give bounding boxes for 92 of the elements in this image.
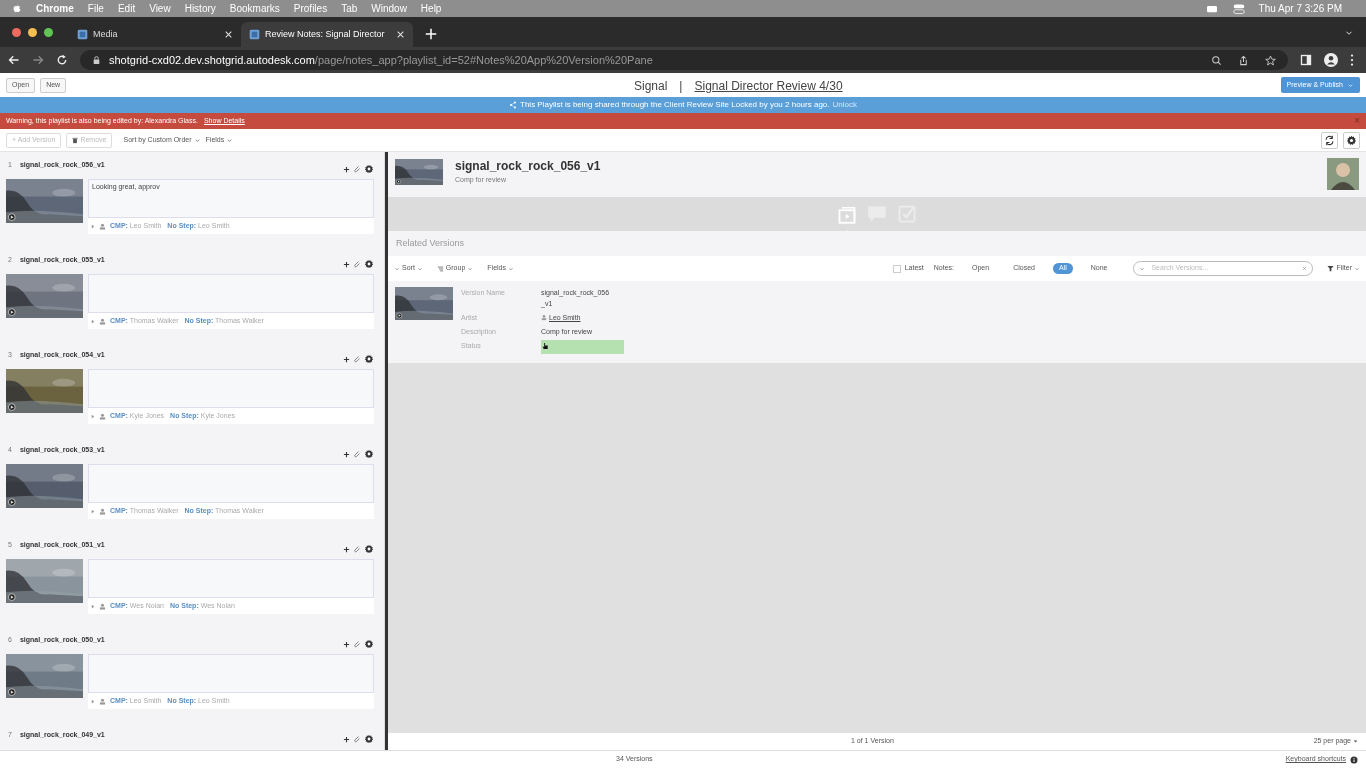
address-bar[interactable]: shotgrid-cxd02.dev.shotgrid.autodesk.com/page/notes_app?playlist_id=52#Notes%20App%20Version%20Pane	[80, 50, 1288, 70]
note-input-field[interactable]	[88, 274, 374, 313]
switch-icon[interactable]	[1232, 2, 1245, 15]
add-icon[interactable]	[343, 640, 350, 648]
share-nodes-icon	[509, 101, 517, 109]
control-center-icon[interactable]	[1204, 3, 1219, 14]
user-icon	[99, 222, 106, 230]
share-icon[interactable]	[1238, 54, 1249, 66]
attachment-icon[interactable]	[353, 355, 361, 363]
expand-arrow-icon[interactable]	[91, 698, 95, 704]
zoom-window-button[interactable]	[44, 28, 53, 37]
caret-icon	[1347, 81, 1354, 89]
attachment-icon[interactable]	[353, 545, 361, 553]
reload-icon[interactable]	[56, 54, 68, 66]
minimize-window-button[interactable]	[28, 28, 37, 37]
settings-icon[interactable]	[364, 544, 374, 554]
sort-icon	[394, 265, 400, 272]
latest-checkbox[interactable]	[892, 264, 901, 273]
tab-title: Media	[93, 27, 119, 41]
add-icon[interactable]	[343, 545, 350, 553]
caret-icon	[467, 265, 474, 272]
bookmark-star-icon[interactable]	[1265, 54, 1276, 66]
browser-tab[interactable]: Media	[69, 22, 241, 47]
hand-cursor-icon	[542, 342, 549, 350]
settings-icon[interactable]	[364, 354, 374, 364]
close-tab-icon[interactable]	[224, 30, 233, 39]
caret-icon	[226, 136, 234, 144]
status-swatch[interactable]	[541, 340, 624, 354]
note-input-field[interactable]	[88, 369, 374, 408]
info-icon	[1350, 755, 1358, 764]
zoom-icon[interactable]	[1211, 54, 1222, 66]
add-icon[interactable]	[343, 355, 350, 363]
caret-icon	[1353, 739, 1358, 744]
expand-arrow-icon[interactable]	[91, 603, 95, 609]
user-icon	[99, 697, 106, 705]
title-separator: |	[679, 78, 683, 95]
settings-icon[interactable]	[364, 639, 374, 649]
attachment-icon[interactable]	[353, 735, 361, 743]
site-favicon-icon	[249, 29, 260, 40]
user-icon	[99, 602, 106, 610]
refresh-icon[interactable]	[1321, 131, 1338, 149]
settings-icon[interactable]	[364, 164, 374, 174]
playlist-title-link[interactable]: Signal Director Review 4/30	[694, 77, 843, 95]
attachment-icon[interactable]	[353, 450, 361, 458]
settings-icon[interactable]	[364, 259, 374, 269]
add-icon[interactable]	[343, 260, 350, 268]
user-icon	[541, 314, 547, 321]
caret-icon	[1139, 265, 1146, 272]
caret-icon	[416, 265, 423, 272]
close-tab-icon[interactable]	[396, 30, 405, 39]
back-icon[interactable]	[8, 54, 20, 66]
trash-icon	[72, 136, 79, 144]
site-favicon-icon	[77, 29, 88, 40]
note-input-field[interactable]	[88, 654, 374, 693]
sort-caret-icon	[193, 136, 201, 144]
share-message: This Playlist is being shared through the Client Review Site Locked by you 2 hours ago.	[520, 99, 830, 111]
attachment-icon[interactable]	[353, 165, 361, 173]
expand-arrow-icon[interactable]	[91, 508, 95, 514]
user-icon	[99, 412, 106, 420]
group-icon	[436, 265, 444, 272]
browser-tab[interactable]: Review Notes: Signal Director	[241, 22, 413, 47]
add-icon[interactable]	[343, 165, 350, 173]
profile-icon[interactable]	[1324, 53, 1338, 67]
apple-menu-icon[interactable]	[12, 2, 22, 15]
section-title: Related Versions	[396, 236, 465, 250]
url-text: shotgrid-cxd02.dev.shotgrid.autodesk.com/page/notes_app?playlist_id=52#Notes%20App%20Version%20Pane	[109, 52, 653, 68]
caret-icon	[508, 265, 514, 272]
more-menu-icon[interactable]	[1350, 54, 1354, 66]
side-panel-icon[interactable]	[1300, 54, 1312, 66]
add-icon[interactable]	[343, 450, 350, 458]
note-input-field[interactable]	[88, 464, 374, 503]
funnel-icon	[1327, 265, 1335, 272]
expand-arrow-icon[interactable]	[91, 318, 95, 324]
project-name[interactable]: Signal	[634, 77, 668, 95]
user-icon	[99, 317, 106, 325]
forward-icon[interactable]	[32, 54, 44, 66]
attachment-icon[interactable]	[353, 260, 361, 268]
caret-icon	[1354, 265, 1360, 272]
user-icon	[99, 507, 106, 515]
note-input-field[interactable]	[88, 559, 374, 598]
settings-icon[interactable]	[364, 449, 374, 459]
settings-icon[interactable]	[364, 734, 374, 744]
close-window-button[interactable]	[12, 28, 21, 37]
expand-arrow-icon[interactable]	[91, 223, 95, 229]
settings-icon[interactable]	[1343, 131, 1360, 149]
lock-icon	[92, 55, 101, 65]
expand-arrow-icon[interactable]	[91, 413, 95, 419]
new-tab-icon[interactable]	[425, 28, 437, 40]
add-icon[interactable]	[343, 735, 350, 743]
tab-title: Review Notes: Signal Director	[265, 27, 386, 41]
version-title: signal_rock_rock_056_v1	[455, 159, 601, 173]
attachment-icon[interactable]	[353, 640, 361, 648]
